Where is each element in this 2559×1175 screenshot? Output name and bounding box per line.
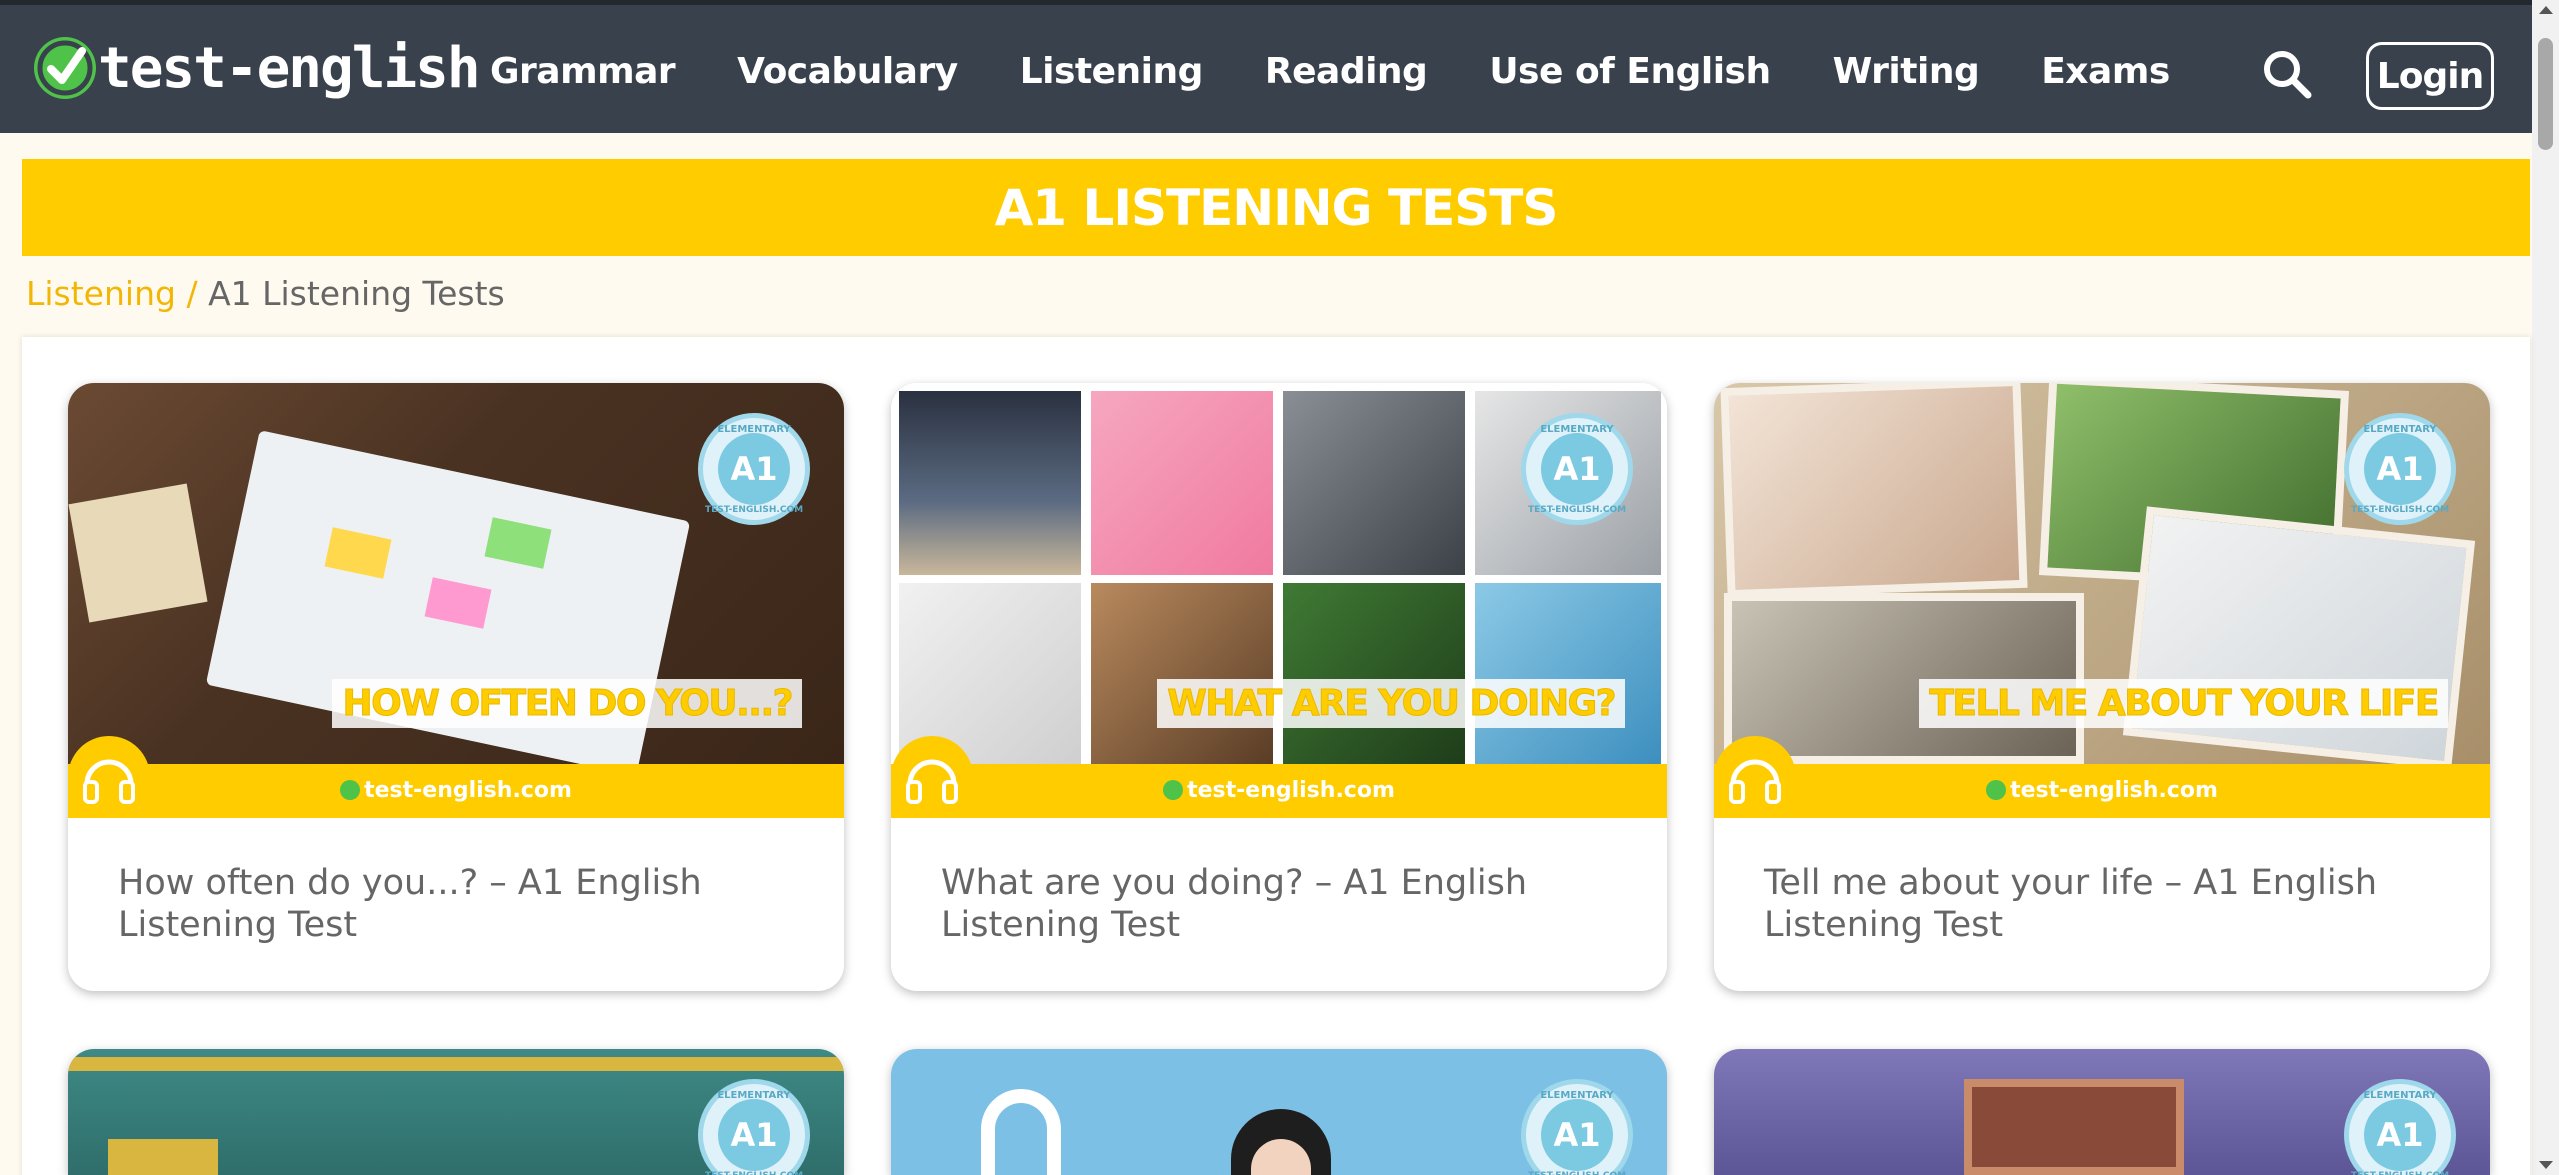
page-title-banner: A1 LISTENING TESTS <box>22 159 2530 256</box>
headphones-icon <box>891 736 973 818</box>
card-thumbnail[interactable]: ELEMENTARY A1 TEST-ENGLISH.COM WHAT ARE … <box>891 383 1667 764</box>
test-card[interactable]: ELEMENTARY A1 TEST-ENGLISH.COM WHAT ARE … <box>891 383 1667 991</box>
card-strip: test-english.com <box>891 736 1667 818</box>
badge-level: A1 <box>2364 1099 2436 1171</box>
notepad <box>68 483 208 623</box>
card-thumbnail[interactable]: ELEMENTARY A1 TEST-ENGLISH.COM <box>891 1049 1667 1175</box>
breadcrumb: Listening / A1 Listening Tests <box>26 274 505 313</box>
login-button[interactable]: Login <box>2366 42 2494 110</box>
collage-photo-cooking <box>1091 583 1273 764</box>
breadcrumb-link-listening[interactable]: Listening <box>26 274 176 313</box>
collage-photo-baby <box>1720 383 2028 599</box>
card-thumbnail[interactable]: ELEMENTARY A1 TEST-ENGLISH.COM <box>1714 1049 2490 1175</box>
badge-top-text: ELEMENTARY <box>1540 1090 1614 1101</box>
badge-level: A1 <box>718 1099 790 1171</box>
badge-bottom-text: TEST-ENGLISH.COM <box>2350 505 2450 515</box>
collage-photo-tv <box>899 391 1081 575</box>
nav-item-writing[interactable]: Writing <box>1833 51 1980 92</box>
card-title[interactable]: Tell me about your life – A1 English Lis… <box>1714 818 2490 991</box>
scroll-up-arrow-icon[interactable] <box>2539 6 2553 14</box>
breadcrumb-separator: / <box>186 274 198 313</box>
nav-item-exams[interactable]: Exams <box>2041 51 2170 92</box>
top-navigation-bar: test-english Grammar Vocabulary Listenin… <box>0 0 2532 133</box>
nav-item-use-of-english[interactable]: Use of English <box>1489 51 1771 92</box>
thumbnail-overlay-text: TELL ME ABOUT YOUR LIFE <box>1919 679 2448 728</box>
test-card-partial[interactable]: ELEMENTARY A1 TEST-ENGLISH.COM <box>1714 1049 2490 1175</box>
test-card-partial[interactable]: ELEMENTARY A1 TEST-ENGLISH.COM <box>891 1049 1667 1175</box>
level-badge: ELEMENTARY A1 TEST-ENGLISH.COM <box>1521 413 1633 525</box>
nav-item-grammar[interactable]: Grammar <box>490 51 676 92</box>
badge-bottom-text: TEST-ENGLISH.COM <box>704 505 804 515</box>
test-card[interactable]: ELEMENTARY A1 TEST-ENGLISH.COM TELL ME A… <box>1714 383 2490 991</box>
test-card[interactable]: ELEMENTARY A1 TEST-ENGLISH.COM HOW OFTEN… <box>68 383 844 991</box>
strip-site-label: test-english.com <box>68 778 844 803</box>
check-icon <box>340 780 361 800</box>
card-strip: test-english.com <box>68 736 844 818</box>
strip-site-label: test-english.com <box>891 778 1667 803</box>
badge-bottom-text: TEST-ENGLISH.COM <box>2349 1171 2451 1175</box>
search-icon[interactable] <box>2260 47 2314 101</box>
card-strip: test-english.com <box>1714 736 2490 818</box>
collage-photo-music <box>1091 391 1273 575</box>
main-nav: Grammar Vocabulary Listening Reading Use… <box>490 5 2232 138</box>
level-badge: ELEMENTARY A1 TEST-ENGLISH.COM <box>1521 1079 1633 1175</box>
page-title: A1 LISTENING TESTS <box>994 178 1559 237</box>
window-frame <box>1964 1079 2184 1175</box>
level-badge: ELEMENTARY A1 TEST-ENGLISH.COM <box>698 413 810 525</box>
badge-top-text: ELEMENTARY <box>717 424 791 435</box>
card-thumbnail[interactable]: ELEMENTARY A1 TEST-ENGLISH.COM <box>68 1049 844 1175</box>
headphones-icon <box>1714 736 1796 818</box>
badge-level: A1 <box>718 433 790 505</box>
badge-top-text: ELEMENTARY <box>2363 424 2437 435</box>
collage-photo-relax <box>1475 583 1661 764</box>
level-badge: ELEMENTARY A1 TEST-ENGLISH.COM <box>698 1079 810 1175</box>
site-logo[interactable]: test-english <box>34 33 481 103</box>
badge-bottom-text: TEST-ENGLISH.COM <box>1527 505 1627 515</box>
nav-item-reading[interactable]: Reading <box>1265 51 1428 92</box>
collage-photo-engine <box>1283 391 1465 575</box>
scrollbar-thumb[interactable] <box>2538 38 2553 150</box>
scroll-down-arrow-icon[interactable] <box>2539 1161 2553 1169</box>
breadcrumb-current: A1 Listening Tests <box>208 274 505 313</box>
thumbnail-overlay-text: WHAT ARE YOU DOING? <box>1157 679 1625 728</box>
check-icon <box>1986 780 2007 800</box>
badge-level: A1 <box>1541 433 1613 505</box>
card-thumbnail[interactable]: ELEMENTARY A1 TEST-ENGLISH.COM HOW OFTEN… <box>68 383 844 764</box>
strip-site-text: test-english.com <box>1187 778 1395 803</box>
check-icon <box>1163 780 1184 800</box>
logo-text: test-english <box>98 35 481 101</box>
headphones-icon <box>68 736 150 818</box>
card-thumbnail[interactable]: ELEMENTARY A1 TEST-ENGLISH.COM TELL ME A… <box>1714 383 2490 764</box>
test-card-partial[interactable]: ELEMENTARY A1 TEST-ENGLISH.COM <box>68 1049 844 1175</box>
nav-item-listening[interactable]: Listening <box>1020 51 1204 92</box>
card-title[interactable]: What are you doing? – A1 English Listeni… <box>891 818 1667 991</box>
level-badge: ELEMENTARY A1 TEST-ENGLISH.COM <box>2344 413 2456 525</box>
strip-site-text: test-english.com <box>364 778 572 803</box>
road-marking <box>68 1057 844 1071</box>
badge-top-text: ELEMENTARY <box>717 1090 791 1101</box>
badge-bottom-text: TEST-ENGLISH.COM <box>1526 1171 1628 1175</box>
thumbnail-overlay-text: HOW OFTEN DO YOU...? <box>332 679 802 728</box>
strip-site-text: test-english.com <box>2010 778 2218 803</box>
badge-top-text: ELEMENTARY <box>2363 1090 2437 1101</box>
badge-level: A1 <box>1541 1099 1613 1171</box>
page-scrollbar[interactable] <box>2532 0 2559 1175</box>
nav-item-vocabulary[interactable]: Vocabulary <box>737 51 958 92</box>
check-icon <box>34 37 96 99</box>
collage-photo-garden <box>1283 583 1465 764</box>
strip-site-label: test-english.com <box>1714 778 2490 803</box>
road-arrow <box>108 1139 218 1175</box>
question-mark-shape <box>981 1089 1061 1175</box>
badge-bottom-text: TEST-ENGLISH.COM <box>703 1171 805 1175</box>
level-badge: ELEMENTARY A1 TEST-ENGLISH.COM <box>2344 1079 2456 1175</box>
badge-level: A1 <box>2364 433 2436 505</box>
badge-top-text: ELEMENTARY <box>1540 424 1614 435</box>
card-title[interactable]: How often do you...? – A1 English Listen… <box>68 818 844 991</box>
